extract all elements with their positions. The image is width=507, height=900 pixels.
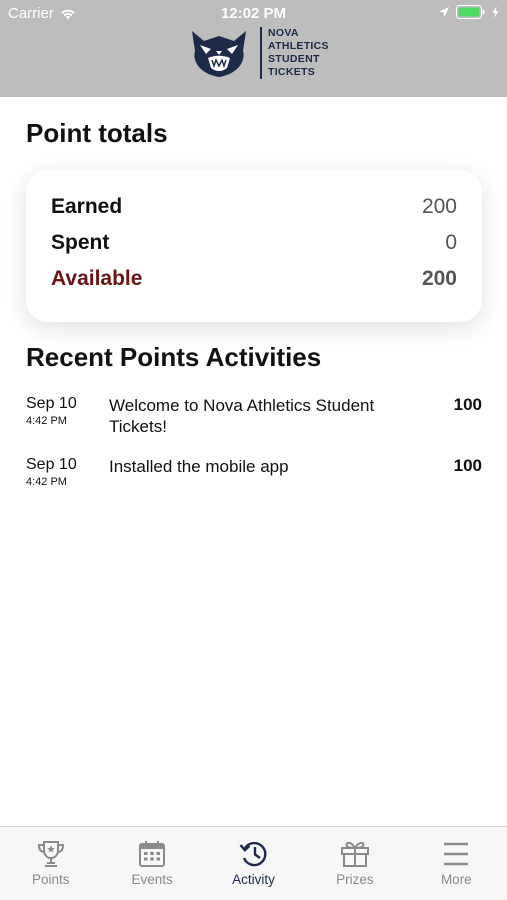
spent-value: 0 [445,231,457,254]
recent-activities-title: Recent Points Activities [26,342,322,372]
activity-points: 100 [453,456,482,475]
tab-label: Prizes [336,872,374,887]
activity-description: Installed the mobile app [109,457,289,476]
tab-label: Activity [232,872,275,887]
activity-date: Sep 10 [26,456,77,473]
status-right [438,5,499,19]
wildcat-mascot-icon [192,31,246,77]
nova-athletics-logo: NOVA ATHLETICS STUDENT TICKETS [186,26,329,80]
earned-value: 200 [421,195,457,218]
tab-events[interactable]: Events [101,827,202,900]
tab-bar: Points Events Activity Prizes More [0,826,507,900]
logo-line: NOVA [268,27,299,39]
battery-icon [456,5,485,19]
spent-row: Spent 0 [51,231,457,261]
point-totals-title: Point totals [26,118,168,148]
status-time: 12:02 PM [220,5,287,22]
available-value: 200 [421,267,457,290]
gift-icon [340,841,369,867]
spent-label: Spent [51,231,110,254]
header: Carrier 12:02 PM NOVA ATHLETICS STUDENT … [0,0,507,97]
history-icon [239,841,266,867]
earned-label: Earned [51,195,123,218]
trophy-icon [37,841,64,867]
logo-wordmark: NOVA ATHLETICS STUDENT TICKETS [260,27,329,79]
activity-date: Sep 10 [26,395,77,412]
app-screen: Carrier 12:02 PM NOVA ATHLETICS STUDENT … [0,0,507,900]
menu-icon [444,842,469,866]
tab-prizes[interactable]: Prizes [304,827,405,900]
tab-label: Points [31,872,70,887]
tab-more[interactable]: More [406,827,507,900]
activity-points: 100 [453,395,482,414]
available-row: Available 200 [51,267,457,297]
status-bar: Carrier 12:02 PM [0,0,507,28]
activity-time: 4:42 PM [26,415,67,427]
calendar-icon [139,841,166,867]
tab-label: Events [131,872,173,887]
activity-time: 4:42 PM [26,476,67,488]
tab-label: More [440,872,472,887]
location-arrow-icon [439,7,449,17]
activity-description: Welcome to Nova Athletics Student Ticket… [109,396,375,436]
tab-points[interactable]: Points [0,827,101,900]
tab-activity[interactable]: Activity [203,827,304,900]
logo-line: ATHLETICS [268,40,329,52]
point-totals-card: Earned 200 Spent 0 Available 200 [26,170,482,322]
available-label: Available [51,267,143,290]
charging-bolt-icon [492,6,499,18]
logo-line: STUDENT [268,53,320,65]
logo-line: TICKETS [268,66,316,78]
earned-row: Earned 200 [51,195,457,225]
